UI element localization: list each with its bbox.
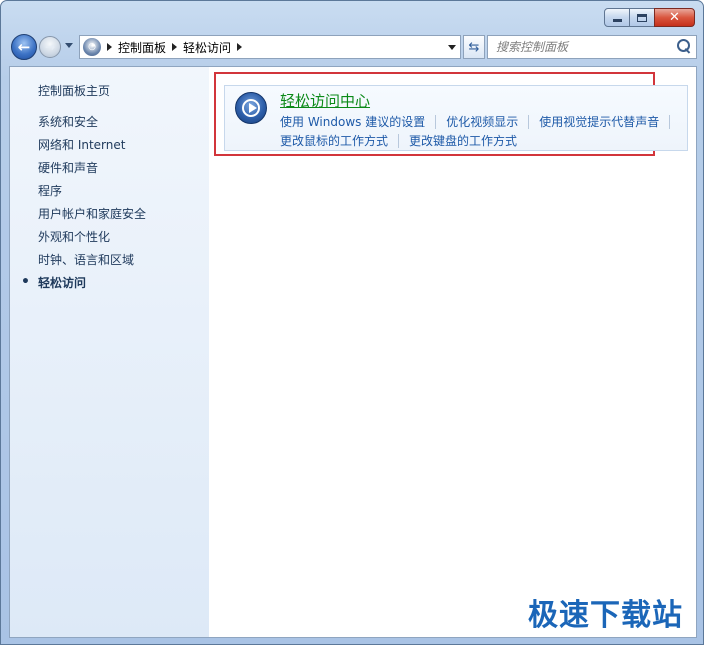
link-change-mouse-settings[interactable]: 更改鼠标的工作方式 bbox=[280, 132, 388, 149]
sidebar-item-user-accounts[interactable]: 用户帐户和家庭安全 bbox=[38, 206, 146, 229]
sidebar-item-hardware-sound[interactable]: 硬件和声音 bbox=[38, 160, 146, 183]
link-divider bbox=[435, 114, 437, 129]
sidebar-item-clock-language[interactable]: 时钟、语言和区域 bbox=[38, 252, 146, 275]
sidebar-item-ease-of-access[interactable]: 轻松访问 bbox=[21, 274, 146, 298]
ease-of-access-category: 轻松访问中心 使用 Windows 建议的设置 优化视频显示 使用视觉提示代替声… bbox=[224, 85, 688, 151]
category-links-row-2: 更改鼠标的工作方式 更改键盘的工作方式 bbox=[280, 132, 517, 149]
minimize-button[interactable] bbox=[604, 8, 630, 27]
caption-buttons: ✕ bbox=[604, 8, 695, 27]
link-divider bbox=[528, 114, 530, 129]
address-bar[interactable]: ◔ 控制面板 轻松访问 bbox=[79, 35, 461, 59]
address-dropdown-icon[interactable] bbox=[448, 45, 456, 50]
main-panel: 轻松访问中心 使用 Windows 建议的设置 优化视频显示 使用视觉提示代替声… bbox=[209, 67, 696, 637]
link-windows-recommended-settings[interactable]: 使用 Windows 建议的设置 bbox=[280, 113, 425, 130]
link-optimize-visual-display[interactable]: 优化视频显示 bbox=[446, 113, 518, 130]
sidebar-item-programs[interactable]: 程序 bbox=[38, 183, 146, 206]
ease-of-access-icon[interactable] bbox=[235, 92, 267, 124]
breadcrumb-separator-icon[interactable] bbox=[237, 43, 243, 51]
breadcrumb-separator-icon[interactable] bbox=[107, 43, 112, 51]
breadcrumb-control-panel[interactable]: 控制面板 bbox=[118, 39, 166, 56]
breadcrumb-ease-of-access[interactable]: 轻松访问 bbox=[183, 39, 231, 56]
search-box bbox=[487, 35, 697, 59]
recent-pages-dropdown-icon[interactable] bbox=[65, 43, 73, 48]
search-input[interactable] bbox=[488, 37, 675, 57]
link-change-keyboard-settings[interactable]: 更改键盘的工作方式 bbox=[409, 132, 517, 149]
navigation-bar: ← → ◔ 控制面板 轻松访问 ⇆ bbox=[9, 34, 697, 60]
refresh-icon: ⇆ bbox=[468, 39, 480, 55]
category-links-row-1: 使用 Windows 建议的设置 优化视频显示 使用视觉提示代替声音 bbox=[280, 113, 680, 130]
sidebar-item-system-security[interactable]: 系统和安全 bbox=[38, 114, 146, 137]
back-arrow-icon: ← bbox=[17, 38, 31, 56]
link-divider bbox=[398, 133, 400, 148]
control-panel-icon: ◔ bbox=[83, 38, 101, 56]
minimize-icon bbox=[612, 19, 622, 22]
refresh-button[interactable]: ⇆ bbox=[463, 35, 485, 59]
sidebar-home-link[interactable]: 控制面板主页 bbox=[38, 82, 110, 99]
maximize-icon bbox=[637, 13, 647, 22]
sidebar-item-network-internet[interactable]: 网络和 Internet bbox=[38, 137, 146, 160]
category-title-link[interactable]: 轻松访问中心 bbox=[280, 90, 370, 111]
back-button[interactable]: ← bbox=[11, 34, 37, 60]
close-icon: ✕ bbox=[669, 10, 680, 25]
link-visual-alternatives-for-sounds[interactable]: 使用视觉提示代替声音 bbox=[539, 113, 659, 130]
control-panel-window: ✕ ← → ◔ 控制面板 轻松访问 ⇆ 控制面板主页 系统和安全 网络和 Int… bbox=[0, 0, 704, 645]
content-area: 控制面板主页 系统和安全 网络和 Internet 硬件和声音 程序 用户帐户和… bbox=[9, 66, 697, 638]
close-button[interactable]: ✕ bbox=[654, 8, 695, 27]
forward-button[interactable]: → bbox=[39, 36, 61, 58]
watermark-text: 极速下载站 bbox=[528, 598, 683, 633]
sidebar: 控制面板主页 系统和安全 网络和 Internet 硬件和声音 程序 用户帐户和… bbox=[10, 67, 209, 637]
sidebar-item-appearance[interactable]: 外观和个性化 bbox=[38, 229, 146, 252]
maximize-button[interactable] bbox=[629, 8, 655, 27]
link-divider bbox=[669, 114, 671, 129]
forward-arrow-icon: → bbox=[44, 40, 56, 54]
breadcrumb-separator-icon[interactable] bbox=[172, 43, 178, 51]
sidebar-category-list: 系统和安全 网络和 Internet 硬件和声音 程序 用户帐户和家庭安全 外观… bbox=[21, 114, 146, 298]
search-icon[interactable] bbox=[675, 38, 693, 56]
